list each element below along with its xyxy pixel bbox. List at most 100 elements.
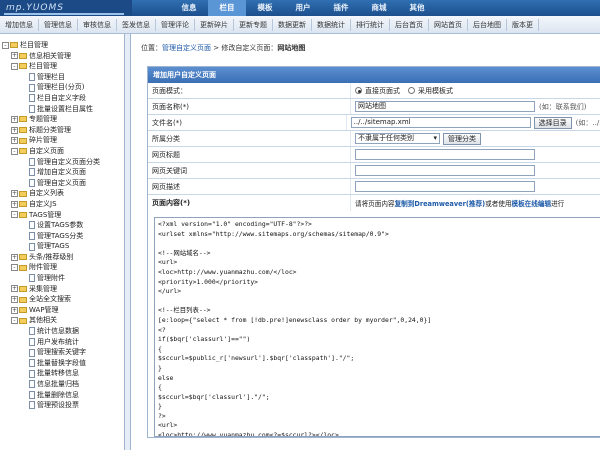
tree-page-item[interactable]: 管理自定义页面 [0, 178, 124, 189]
sub-nav-item[interactable]: 后台首页 [390, 18, 429, 31]
radio-template-mode-label[interactable]: 采用模板式 [418, 86, 453, 96]
tree-folder-item[interactable]: + 碎片管理 [0, 135, 124, 146]
manage-category-button[interactable]: 管理分类 [443, 132, 481, 145]
radio-direct-page[interactable] [355, 87, 362, 94]
tree-page-item[interactable]: 管理TAGS [0, 241, 124, 252]
sub-nav-item[interactable]: 签发信息 [117, 18, 156, 31]
collapse-icon[interactable]: - [2, 41, 9, 49]
collapse-icon[interactable]: - [11, 317, 18, 325]
expand-icon[interactable]: + [11, 190, 18, 198]
top-nav-item[interactable]: 栏目 [208, 0, 246, 16]
tree-folder-item[interactable]: - 自定义页面 [0, 146, 124, 157]
sub-nav-item[interactable]: 版本更 [507, 18, 539, 31]
tree-page-item[interactable]: 管理附件 [0, 273, 124, 284]
label-page-name: 页面名称(*) [148, 99, 351, 114]
expand-icon[interactable]: + [11, 52, 18, 60]
sub-nav-item[interactable]: 数据更新 [273, 18, 312, 31]
expand-icon[interactable]: + [11, 126, 18, 134]
tree-page-item[interactable]: 统计信息数据 [0, 326, 124, 337]
sub-nav-item[interactable]: 排行统计 [351, 18, 390, 31]
folder-icon [19, 211, 27, 218]
sub-nav-item[interactable]: 数据统计 [312, 18, 351, 31]
expand-icon[interactable]: + [11, 306, 18, 314]
content-hint-dreamweaver-link[interactable]: 复制到Dreamweaver(推荐) [395, 198, 486, 208]
radio-direct-page-label[interactable]: 直接页面式 [365, 86, 400, 96]
tree-folder-item[interactable]: + 信息相关管理 [0, 51, 124, 62]
expand-icon[interactable]: + [11, 296, 18, 304]
tree-page-item[interactable]: 管理TAGS分类 [0, 231, 124, 242]
tree-page-item[interactable]: 管理栏目 [0, 72, 124, 83]
tree-page-item[interactable]: 批量删除信息 [0, 390, 124, 401]
tree-folder-item[interactable]: + 自定义列表 [0, 188, 124, 199]
tree-folder-item[interactable]: - 栏目管理 [0, 40, 124, 51]
tree-page-item[interactable]: 信息批量归档 [0, 379, 124, 390]
page-description-input[interactable] [355, 181, 535, 192]
tree-item-label: 标题分类管理 [29, 125, 71, 134]
tree-page-item[interactable]: 栏目自定义字段 [0, 93, 124, 104]
tree-page-item[interactable]: 设置TAGS参数 [0, 220, 124, 231]
tree-page-item[interactable]: 管理搜索关键字 [0, 347, 124, 358]
sub-nav-item[interactable]: 管理信息 [39, 18, 78, 31]
breadcrumb-prefix: 位置： [141, 44, 162, 52]
breadcrumb-link-manage-pages[interactable]: 管理自定义页面 [162, 44, 211, 52]
collapse-icon[interactable]: - [11, 147, 18, 155]
expand-icon[interactable]: + [11, 285, 18, 293]
top-nav-item[interactable]: 其他 [398, 0, 436, 16]
sub-nav-item[interactable]: 更新专题 [234, 18, 273, 31]
tree-folder-item[interactable]: + 全站全文搜索 [0, 294, 124, 305]
tree-folder-item[interactable]: + 自定义JS [0, 199, 124, 210]
sub-nav-item[interactable]: 审核信息 [78, 18, 117, 31]
label-page-content: 页面内容(*) [148, 195, 351, 211]
page-content-textarea[interactable]: <?xml version="1.0" encoding="UTF-8"?>?>… [154, 217, 600, 437]
tree-folder-item[interactable]: - TAGS管理 [0, 210, 124, 221]
content-hint-template-link[interactable]: 模板在线编辑 [512, 198, 552, 208]
tree-folder-item[interactable]: + 专题管理 [0, 114, 124, 125]
tree-page-item[interactable]: 批量转移信息 [0, 368, 124, 379]
category-select[interactable]: 不隶属于任何类别 ▾ [355, 133, 440, 144]
tree-folder-item[interactable]: + 头条/推荐级别 [0, 252, 124, 263]
tree-page-item[interactable]: 管理预设投票 [0, 400, 124, 411]
sub-nav-item[interactable]: 后台地图 [468, 18, 507, 31]
choose-directory-button[interactable]: 选择目录 [533, 116, 572, 129]
top-nav-item[interactable]: 模板 [246, 0, 284, 16]
collapse-icon[interactable]: - [11, 62, 18, 70]
page-title-input[interactable] [355, 149, 535, 160]
sub-nav-item[interactable]: 更新碎片 [195, 18, 234, 31]
tree-folder-item[interactable]: - 栏目管理 [0, 61, 124, 72]
radio-template-mode[interactable] [408, 87, 415, 94]
sub-nav-item[interactable]: 增加信息 [0, 18, 39, 31]
tree-page-item[interactable]: 管理栏目(分页) [0, 82, 124, 93]
tree-item-label: 自定义JS [29, 199, 57, 208]
chevron-down-icon: ▾ [433, 134, 437, 142]
expand-icon[interactable]: + [11, 253, 18, 261]
tree-folder-item[interactable]: - 其他相关 [0, 315, 124, 326]
file-name-input[interactable]: ../../sitemap.xml [350, 117, 531, 128]
top-nav-item[interactable] [132, 0, 170, 16]
collapse-icon[interactable]: - [11, 264, 18, 272]
tree-item-label: 管理搜索关键字 [37, 348, 86, 357]
tree-folder-item[interactable]: + 采集管理 [0, 284, 124, 295]
tree-folder-item[interactable]: + 标题分类管理 [0, 125, 124, 136]
page-keywords-input[interactable] [355, 165, 535, 176]
top-nav-item[interactable]: 插件 [322, 0, 360, 16]
tree-page-item[interactable]: 批量设置栏目属性 [0, 104, 124, 115]
top-nav-item[interactable]: 用户 [284, 0, 322, 16]
page-icon [29, 390, 35, 399]
sub-nav-item[interactable]: 管理评论 [156, 18, 195, 31]
tree-folder-item[interactable]: - 附件管理 [0, 262, 124, 273]
tree-page-item[interactable]: 增加自定义页面 [0, 167, 124, 178]
content-hint-mid: 或者使用 [485, 200, 512, 208]
expand-icon[interactable]: + [11, 137, 18, 145]
top-nav-item[interactable]: 信息 [170, 0, 208, 16]
sub-nav-item[interactable]: 网站首页 [429, 18, 468, 31]
tree-page-item[interactable]: 批量替换字段值 [0, 358, 124, 369]
page-name-input[interactable]: 网站地图 [355, 101, 535, 112]
collapse-icon[interactable]: - [11, 211, 18, 219]
tree-page-item[interactable]: 用户发布统计 [0, 337, 124, 348]
tree-item-label: 信息相关管理 [29, 51, 71, 60]
expand-icon[interactable]: + [11, 200, 18, 208]
expand-icon[interactable]: + [11, 115, 18, 123]
tree-page-item[interactable]: 管理自定义页面分类 [0, 157, 124, 168]
tree-folder-item[interactable]: + WAP管理 [0, 305, 124, 316]
top-nav-item[interactable]: 商城 [360, 0, 398, 16]
